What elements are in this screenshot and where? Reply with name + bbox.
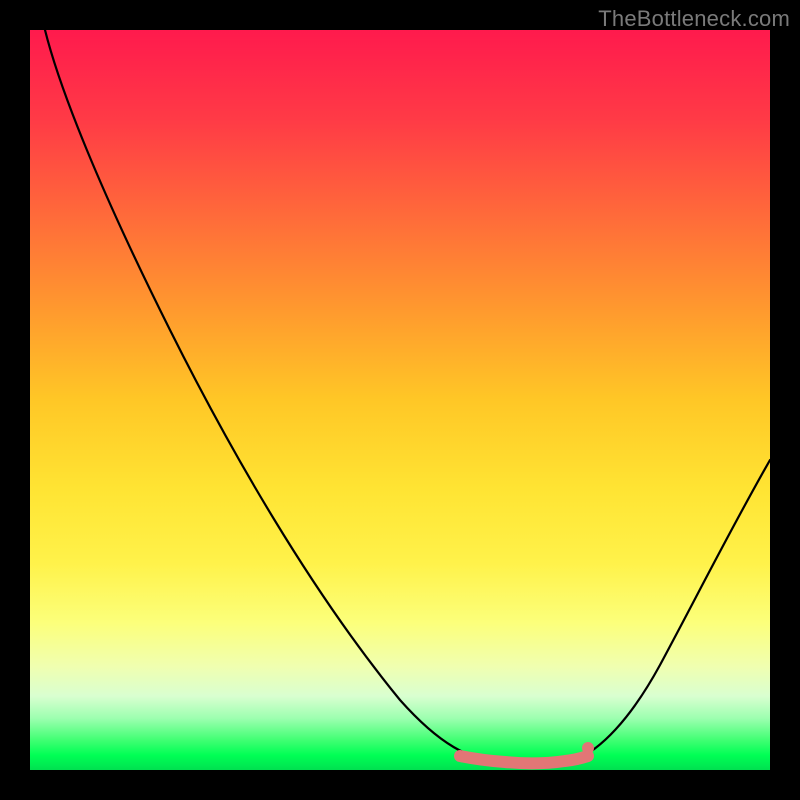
bottleneck-curve-line <box>45 30 770 763</box>
curve-layer <box>30 30 770 770</box>
watermark-text: TheBottleneck.com <box>598 6 790 32</box>
bottleneck-chart: TheBottleneck.com <box>0 0 800 800</box>
highlight-segment <box>460 745 591 763</box>
plot-area <box>30 30 770 770</box>
